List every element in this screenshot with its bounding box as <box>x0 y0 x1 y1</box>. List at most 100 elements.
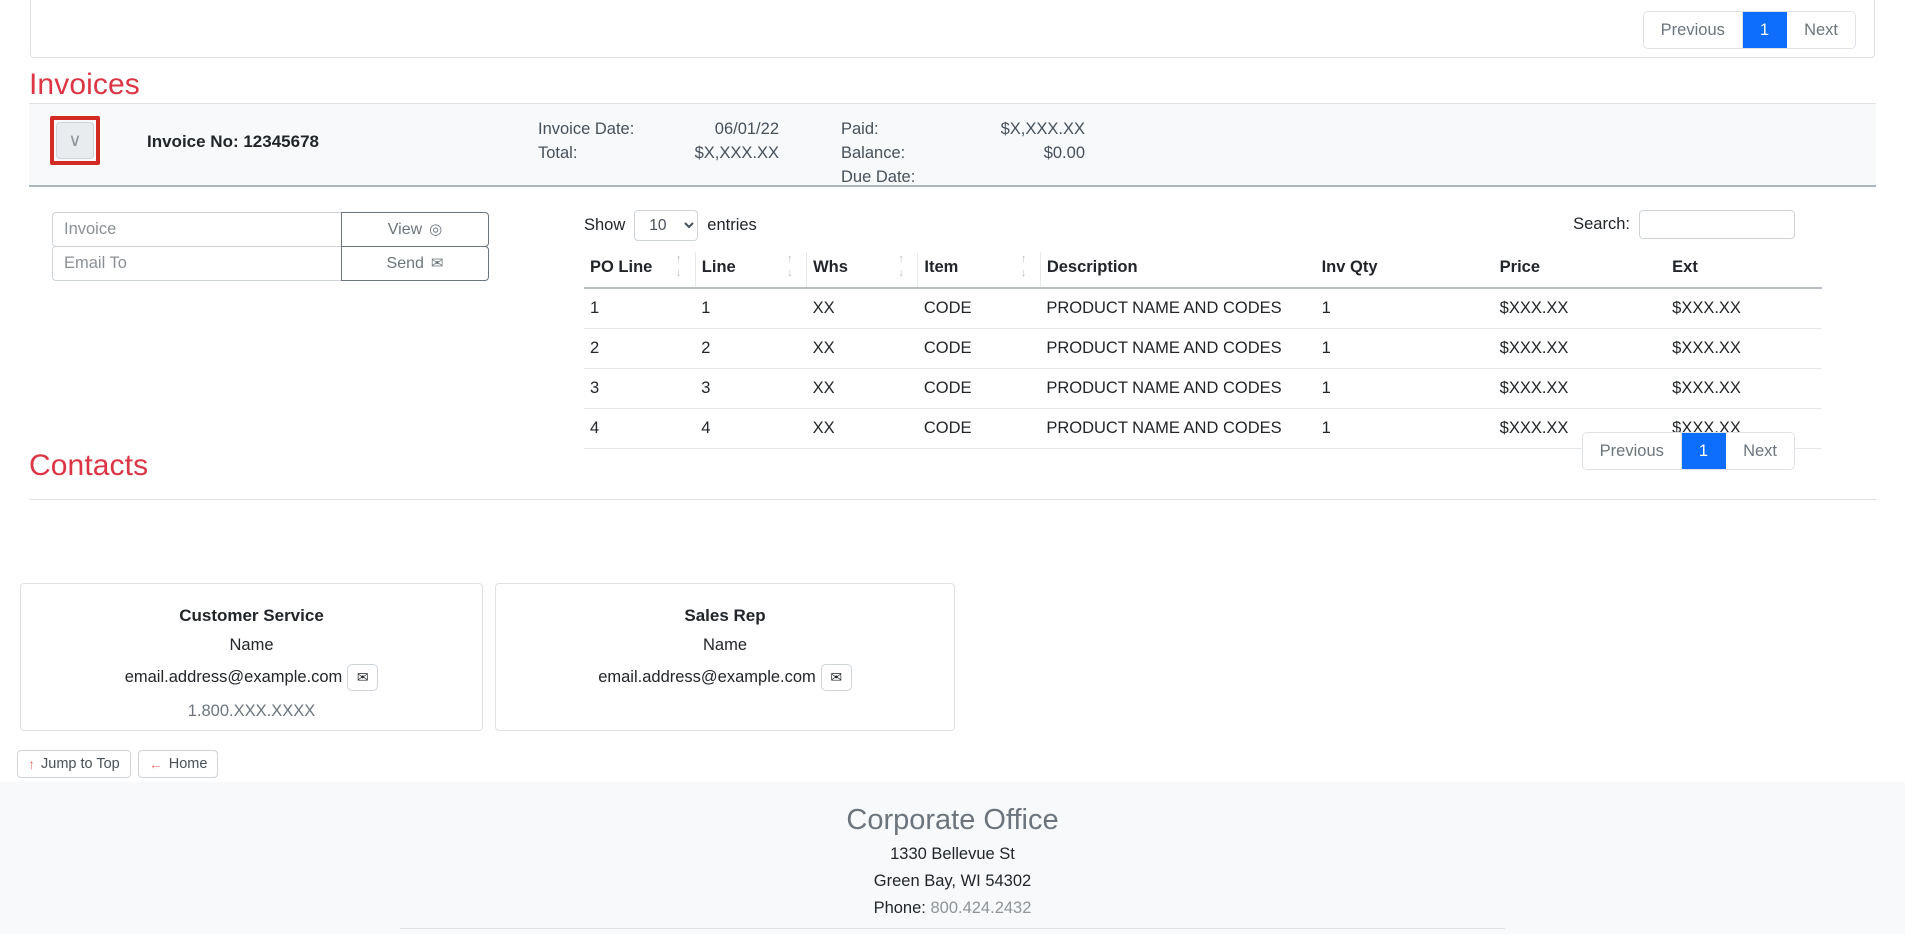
datatable-toolbar: Show 102550100 entries Search: <box>556 205 1850 247</box>
view-button-label: View <box>388 221 422 239</box>
jump-to-top-button[interactable]: ↑ Jump to Top <box>17 750 131 778</box>
cell-ext: $XXX.XX <box>1666 369 1822 409</box>
invoices-section-title: Invoices <box>29 68 140 102</box>
invoice-balance-value: $0.00 <box>959 144 1085 163</box>
contact-title: Sales Rep <box>514 606 936 626</box>
invoice-due-date-label: Due Date: <box>841 168 915 187</box>
cell-description: PRODUCT NAME AND CODES <box>1040 409 1315 449</box>
home-button[interactable]: ← Home <box>138 750 219 778</box>
footer-divider <box>400 928 1505 929</box>
cell-whs: XX <box>807 409 918 449</box>
invoice-total-label: Total: <box>538 144 577 163</box>
cell-inv-qty: 1 <box>1316 409 1494 449</box>
column-header-inv-qty[interactable]: Inv Qty <box>1316 252 1494 288</box>
eye-icon: ◎ <box>429 222 442 237</box>
column-header-item[interactable]: Item ↑↓ <box>918 252 1040 288</box>
column-label-item: Item <box>924 258 958 276</box>
cell-po-line: 2 <box>584 329 695 369</box>
cell-whs: XX <box>807 369 918 409</box>
cell-description: PRODUCT NAME AND CODES <box>1040 288 1315 329</box>
send-email-button[interactable]: Send ✉ <box>341 246 489 281</box>
table-row[interactable]: 11XXCODEPRODUCT NAME AND CODES1$XXX.XX$X… <box>584 288 1822 329</box>
cell-item: CODE <box>918 409 1040 449</box>
envelope-icon: ✉ <box>431 256 444 271</box>
sort-arrows-icon: ↑↓ <box>898 254 908 280</box>
top-results-card: Previous 1 Next <box>30 0 1875 58</box>
invoice-input[interactable] <box>52 212 342 247</box>
column-header-whs[interactable]: Whs ↑↓ <box>807 252 918 288</box>
cell-ext: $XXX.XX <box>1666 329 1822 369</box>
footer-phone-value[interactable]: 800.424.2432 <box>930 899 1031 917</box>
table-header-row: PO Line ↑↓ Line ↑↓ Whs ↑↓ <box>584 252 1822 288</box>
bottom-nav-buttons: ↑ Jump to Top ← Home <box>17 750 218 778</box>
email-to-input[interactable] <box>52 246 342 281</box>
contact-name: Name <box>514 636 936 655</box>
pagination-page-1-table[interactable]: 1 <box>1682 433 1726 469</box>
table-row[interactable]: 22XXCODEPRODUCT NAME AND CODES1$XXX.XX$X… <box>584 329 1822 369</box>
cell-whs: XX <box>807 329 918 369</box>
column-header-price[interactable]: Price <box>1494 252 1667 288</box>
invoice-accordion: ∨ Invoice No: 12345678 Invoice Date: 06/… <box>29 103 1876 500</box>
pagination-next-table[interactable]: Next <box>1726 433 1794 469</box>
datatable-pagination: Previous 1 Next <box>1582 432 1795 470</box>
chevron-down-icon[interactable]: ∨ <box>56 122 94 159</box>
column-header-ext[interactable]: Ext <box>1666 252 1822 288</box>
cell-item: CODE <box>918 288 1040 329</box>
column-label-inv-qty: Inv Qty <box>1322 258 1378 276</box>
pagination-previous-table[interactable]: Previous <box>1583 433 1682 469</box>
entries-label: entries <box>707 216 757 235</box>
column-label-price: Price <box>1500 258 1540 276</box>
view-invoice-button[interactable]: View ◎ <box>341 212 489 247</box>
cell-price: $XXX.XX <box>1494 288 1667 329</box>
cell-inv-qty: 1 <box>1316 369 1494 409</box>
show-label: Show <box>584 216 625 235</box>
cell-line: 3 <box>695 369 806 409</box>
cell-item: CODE <box>918 369 1040 409</box>
cell-description: PRODUCT NAME AND CODES <box>1040 329 1315 369</box>
contacts-card-row: Customer Service Name email.address@exam… <box>20 583 955 731</box>
column-label-whs: Whs <box>813 258 848 276</box>
cell-line: 4 <box>695 409 806 449</box>
contact-card-sales-rep: Sales Rep Name email.address@example.com… <box>495 583 955 731</box>
column-header-description[interactable]: Description <box>1040 252 1315 288</box>
table-row[interactable]: 33XXCODEPRODUCT NAME AND CODES1$XXX.XX$X… <box>584 369 1822 409</box>
invoice-number-label: Invoice No: 12345678 <box>147 132 319 152</box>
invoice-lines-datatable: Show 102550100 entries Search: PO Line <box>556 205 1850 247</box>
invoice-accordion-header[interactable]: ∨ Invoice No: 12345678 Invoice Date: 06/… <box>29 104 1876 187</box>
invoice-total-value: $X,XXX.XX <box>659 144 779 163</box>
cell-item: CODE <box>918 329 1040 369</box>
contact-email-row: email.address@example.com ✉ <box>39 664 464 691</box>
column-label-po-line: PO Line <box>590 258 652 276</box>
page-length-select[interactable]: 102550100 <box>634 210 698 241</box>
column-header-po-line[interactable]: PO Line ↑↓ <box>584 252 695 288</box>
search-input[interactable] <box>1639 210 1795 239</box>
cell-whs: XX <box>807 288 918 329</box>
contact-name: Name <box>39 636 464 655</box>
contact-phone: 1.800.XXX.XXXX <box>39 702 464 721</box>
cell-price: $XXX.XX <box>1494 329 1667 369</box>
pagination-page-1-top[interactable]: 1 <box>1743 12 1787 48</box>
column-label-ext: Ext <box>1672 258 1698 276</box>
envelope-icon[interactable]: ✉ <box>821 664 852 691</box>
footer-phone-label: Phone: <box>874 899 926 917</box>
cell-inv-qty: 1 <box>1316 288 1494 329</box>
invoice-accordion-body: View ◎ Send ✉ Show 1025501 <box>29 187 1876 499</box>
invoice-paid-label: Paid: <box>841 120 879 139</box>
column-label-line: Line <box>702 258 736 276</box>
invoice-balance-label: Balance: <box>841 144 905 163</box>
send-button-label: Send <box>387 255 424 273</box>
cell-price: $XXX.XX <box>1494 369 1667 409</box>
envelope-icon[interactable]: ✉ <box>347 664 378 691</box>
contact-email-row: email.address@example.com ✉ <box>514 664 936 691</box>
page-length-control: Show 102550100 entries <box>584 210 757 241</box>
column-header-line[interactable]: Line ↑↓ <box>695 252 806 288</box>
cell-line: 2 <box>695 329 806 369</box>
pagination-control-top: Previous 1 Next <box>1643 11 1856 49</box>
sort-arrows-icon: ↑↓ <box>787 254 797 280</box>
pagination-next-top[interactable]: Next <box>1787 12 1855 48</box>
footer-phone-row: Phone: 800.424.2432 <box>0 899 1905 918</box>
pagination-previous-top[interactable]: Previous <box>1644 12 1743 48</box>
table-body: 11XXCODEPRODUCT NAME AND CODES1$XXX.XX$X… <box>584 288 1822 449</box>
cell-ext: $XXX.XX <box>1666 288 1822 329</box>
contact-email: email.address@example.com <box>125 668 343 687</box>
